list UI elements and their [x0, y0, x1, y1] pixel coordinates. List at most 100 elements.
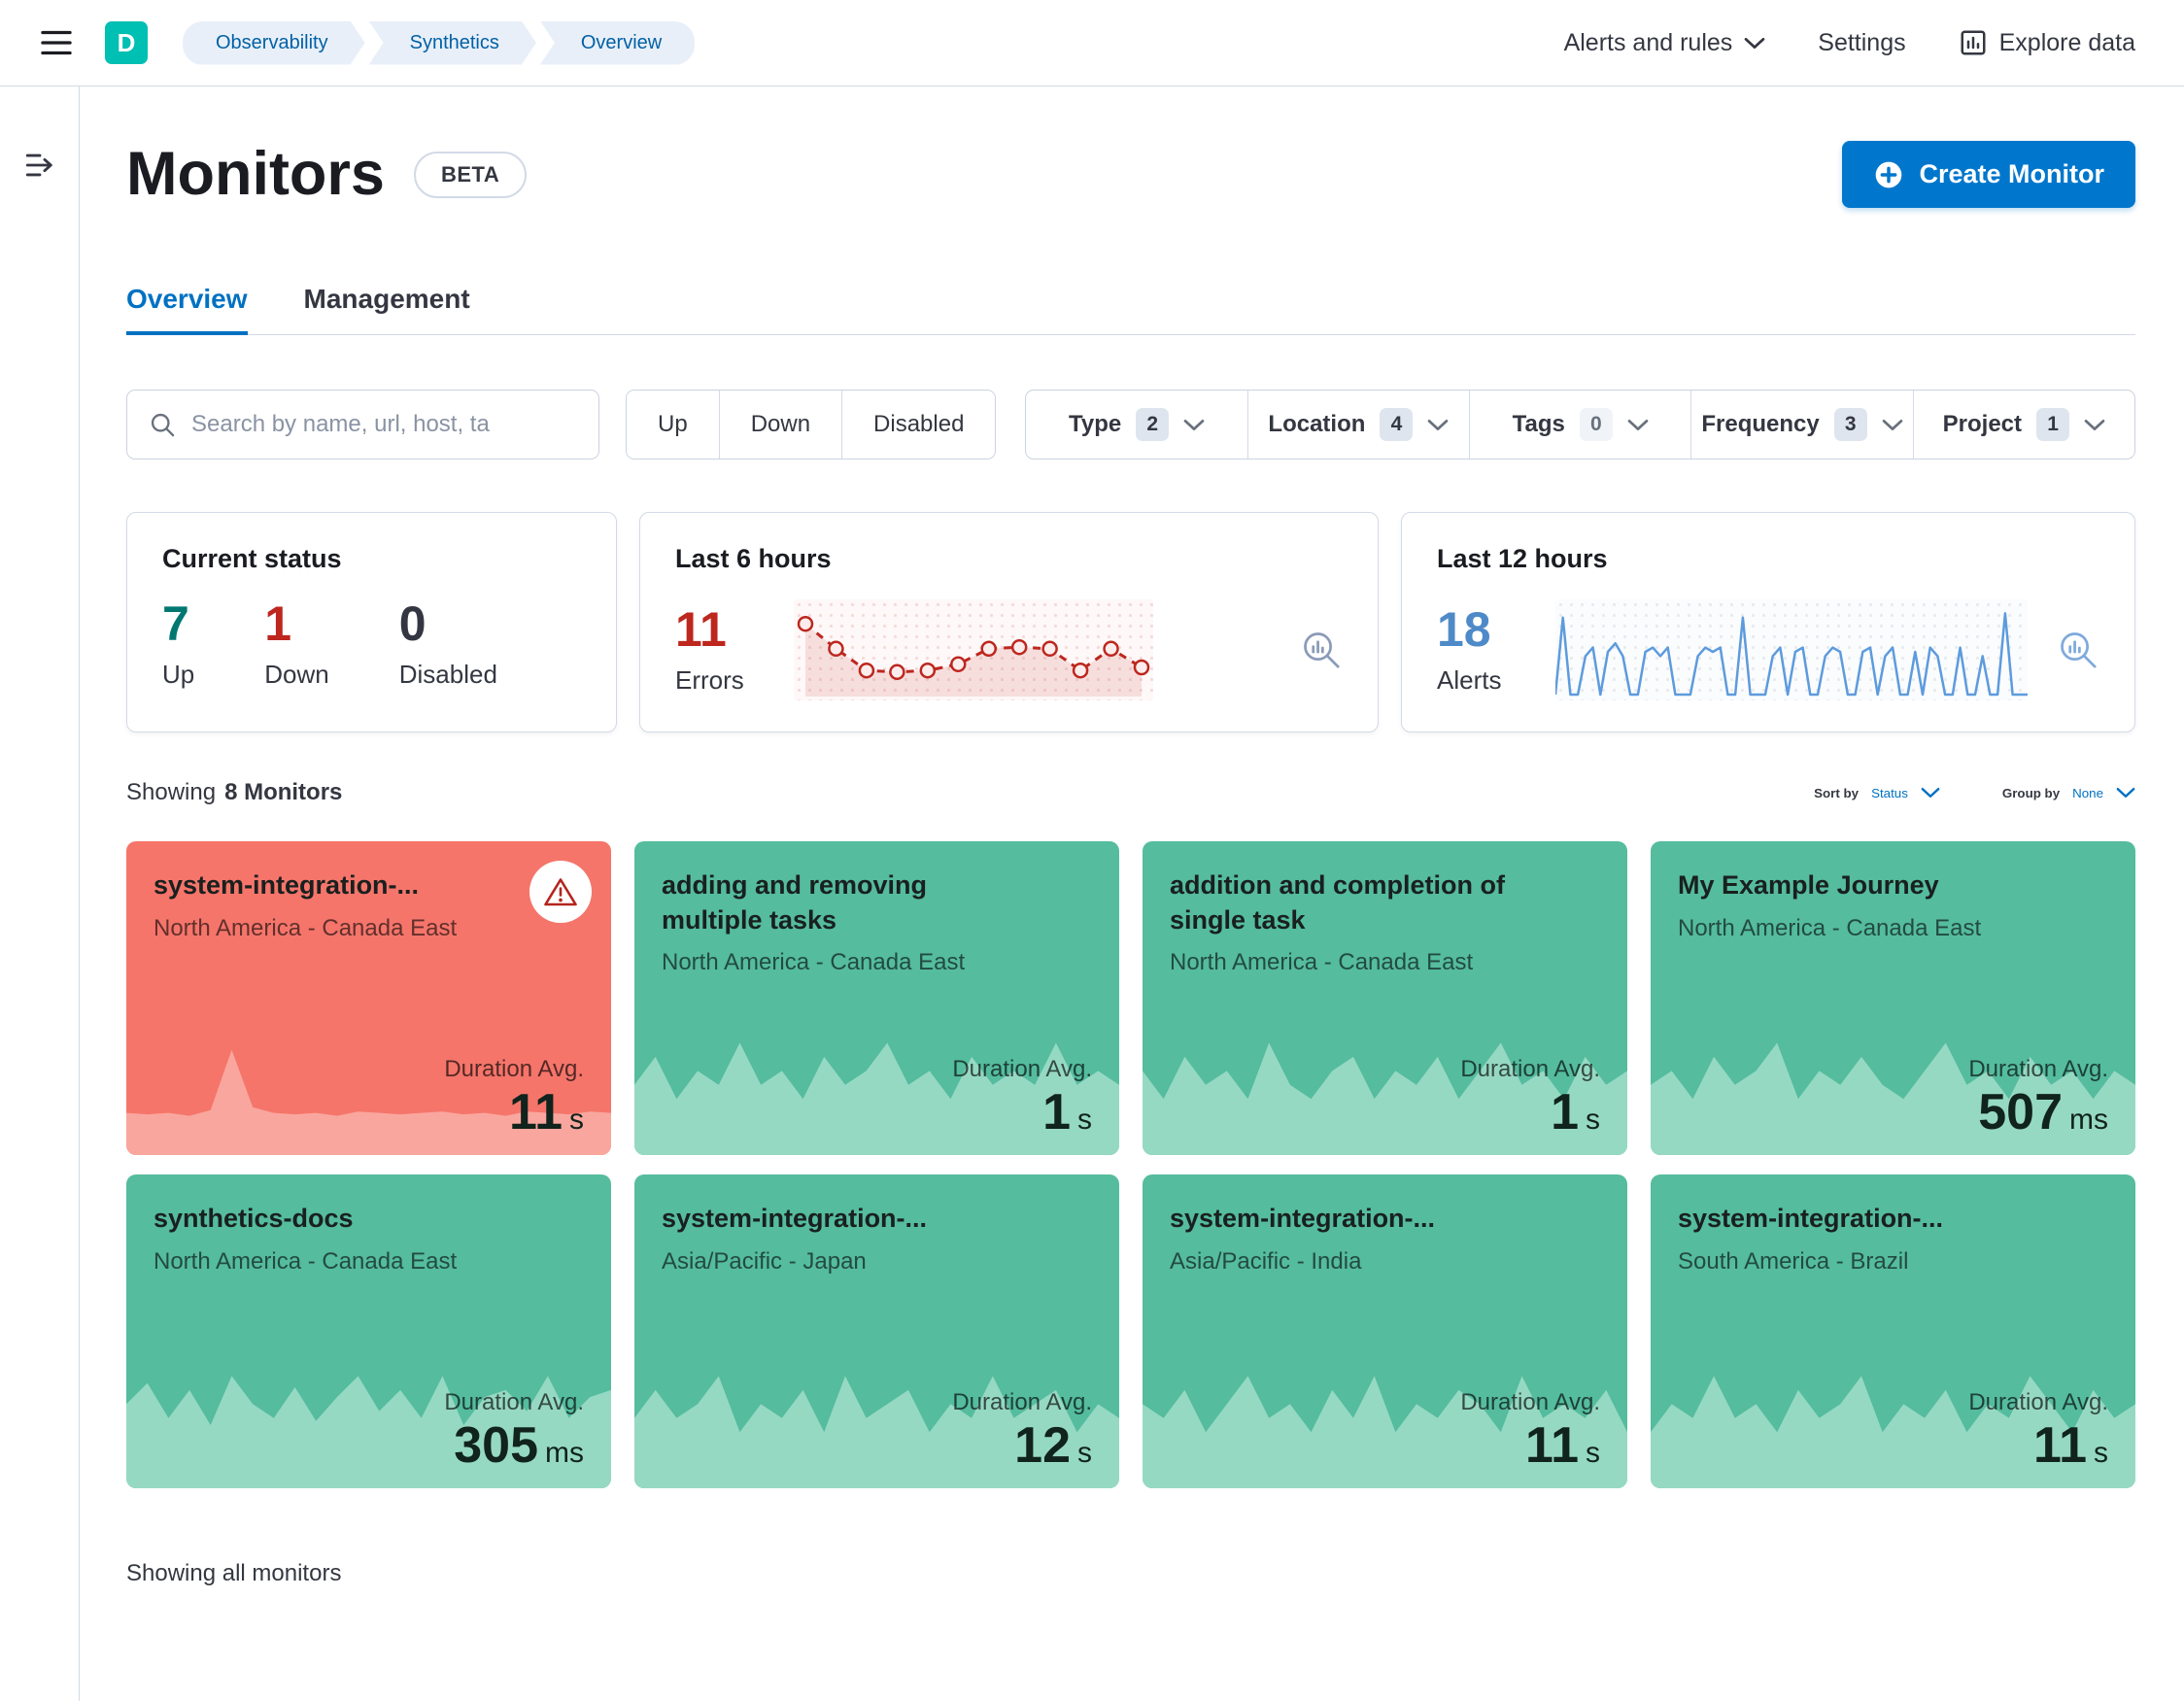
- breadcrumb: Observability Synthetics Overview: [183, 20, 696, 65]
- monitors-page: Monitors BETA Create Monitor Overview Ma…: [80, 86, 2184, 1626]
- duration-value: 1: [1551, 1084, 1579, 1140]
- expand-menu-button[interactable]: [20, 149, 59, 187]
- errors-chart: [794, 599, 1153, 700]
- filter-down-button[interactable]: Down: [718, 391, 842, 459]
- duration-unit: ms: [545, 1437, 584, 1469]
- errors-panel: Last 6 hours 11 Errors: [639, 512, 1379, 732]
- monitor-card-header: system-integration-... Asia/Pacific - In…: [1143, 1174, 1627, 1277]
- space-avatar[interactable]: D: [105, 21, 148, 64]
- stats-row: Current status 7 Up 1 Down 0 Disabled La…: [126, 512, 2135, 732]
- down-count: 1: [264, 596, 292, 651]
- filter-disabled-button[interactable]: Disabled: [841, 391, 996, 459]
- monitor-name[interactable]: synthetics-docs: [154, 1202, 526, 1237]
- monitor-card[interactable]: addition and completion of single task N…: [1143, 841, 1627, 1155]
- duration-average: Duration Avg. 1s: [1460, 1056, 1600, 1138]
- duration-average: Duration Avg. 507 ms: [1968, 1056, 2108, 1138]
- monitor-name[interactable]: system-integration-...: [1678, 1202, 2050, 1237]
- duration-value-row: 12 s: [952, 1420, 1092, 1471]
- monitor-card[interactable]: My Example Journey North America - Canad…: [1651, 841, 2135, 1155]
- current-status-title: Current status: [162, 544, 342, 573]
- duration-value-row: 507 ms: [1968, 1087, 2108, 1138]
- chevron-down-icon: [1882, 419, 1903, 430]
- filter-location-label: Location: [1268, 411, 1366, 437]
- tab-overview[interactable]: Overview: [126, 284, 248, 335]
- duration-value-row: 11 s: [1460, 1420, 1600, 1471]
- duration-label: Duration Avg.: [1968, 1056, 2108, 1082]
- magnifier-chart-icon: [2061, 632, 2097, 668]
- inspect-alerts-button[interactable]: [2057, 629, 2099, 671]
- breadcrumb-synthetics[interactable]: Synthetics: [369, 21, 536, 65]
- filter-project-dropdown[interactable]: Project 1: [1912, 391, 2134, 459]
- breadcrumb-observability[interactable]: Observability: [183, 21, 365, 65]
- monitor-card[interactable]: system-integration-... Asia/Pacific - In…: [1143, 1174, 1627, 1488]
- duration-unit: s: [1077, 1437, 1092, 1469]
- duration-label: Duration Avg.: [952, 1389, 1092, 1415]
- duration-unit: s: [1077, 1104, 1092, 1136]
- monitor-card[interactable]: system-integration-... North America - C…: [126, 841, 611, 1155]
- duration-value: 1: [1042, 1084, 1071, 1140]
- beta-badge: BETA: [413, 151, 528, 198]
- breadcrumb-overview[interactable]: Overview: [539, 20, 696, 65]
- monitor-card[interactable]: system-integration-... South America - B…: [1651, 1174, 2135, 1488]
- alerts-panel-title: Last 12 hours: [1437, 544, 1608, 573]
- monitor-card-header: My Example Journey North America - Canad…: [1651, 841, 2135, 944]
- monitor-count-text: Showing 8 Monitors: [126, 779, 342, 806]
- monitor-card-header: adding and removing multiple tasks North…: [634, 841, 1119, 979]
- duration-value-row: 1s: [1460, 1087, 1600, 1138]
- group-by-control[interactable]: Group by None: [2002, 786, 2135, 800]
- filter-tags-label: Tags: [1512, 411, 1565, 437]
- alerts-stat: 18 Alerts: [1437, 605, 1530, 696]
- settings-link[interactable]: Settings: [1818, 29, 1905, 57]
- filter-tags-dropdown[interactable]: Tags 0: [1469, 391, 1690, 459]
- menu-hamburger-button[interactable]: [35, 21, 78, 64]
- warning-badge: [529, 861, 592, 923]
- inspect-errors-button[interactable]: [1300, 629, 1343, 671]
- monitor-card[interactable]: adding and removing multiple tasks North…: [634, 841, 1119, 1155]
- filter-type-dropdown[interactable]: Type 2: [1026, 391, 1246, 459]
- alerts-and-rules-menu[interactable]: Alerts and rules: [1564, 29, 1766, 57]
- sort-by-label: Sort by: [1814, 785, 1860, 800]
- monitor-name[interactable]: system-integration-...: [154, 868, 526, 903]
- duration-average: Duration Avg. 11 s: [1460, 1389, 1600, 1471]
- settings-label: Settings: [1818, 28, 1906, 56]
- duration-average: Duration Avg. 1s: [952, 1056, 1092, 1138]
- filter-project-label: Project: [1942, 411, 2023, 437]
- explore-data-link[interactable]: Explore data: [1959, 28, 2135, 57]
- filter-frequency-dropdown[interactable]: Frequency 3: [1690, 391, 1912, 459]
- magnifier-chart-icon: [1304, 632, 1340, 668]
- list-header: Showing 8 Monitors Sort by Status Group …: [126, 779, 2135, 806]
- create-monitor-button[interactable]: Create Monitor: [1842, 141, 2135, 208]
- duration-value-row: 11 s: [444, 1087, 584, 1138]
- disabled-stat: 0 Disabled: [399, 599, 497, 690]
- monitor-card[interactable]: synthetics-docs North America - Canada E…: [126, 1174, 611, 1488]
- duration-label: Duration Avg.: [952, 1056, 1092, 1082]
- sort-by-control[interactable]: Sort by Status: [1814, 786, 1940, 800]
- sort-by-value: Status: [1871, 785, 1908, 800]
- chevron-down-icon: [2084, 419, 2105, 430]
- monitor-card-header: system-integration-... South America - B…: [1651, 1174, 2135, 1277]
- expand-menu-icon: [25, 153, 52, 177]
- errors-count: 11: [675, 601, 727, 657]
- filter-dropdown-group: Type 2 Location 4 Tags 0 Frequency 3 Pro…: [1025, 390, 2135, 459]
- down-stat: 1 Down: [264, 599, 328, 690]
- monitor-card[interactable]: system-integration-... Asia/Pacific - Ja…: [634, 1174, 1119, 1488]
- search-input[interactable]: [176, 411, 598, 438]
- monitor-name[interactable]: adding and removing multiple tasks: [662, 868, 1034, 937]
- alerts-count: 18: [1437, 601, 1491, 657]
- collapsed-side-nav: [0, 86, 80, 1701]
- filter-location-dropdown[interactable]: Location 4: [1246, 391, 1469, 459]
- filter-up-button[interactable]: Up: [627, 391, 719, 459]
- search-icon: [151, 413, 175, 437]
- duration-average: Duration Avg. 11 s: [1968, 1389, 2108, 1471]
- hamburger-icon: [41, 30, 72, 55]
- monitor-name[interactable]: addition and completion of single task: [1170, 868, 1542, 937]
- duration-value-row: 305 ms: [444, 1420, 584, 1471]
- status-filter-group: Up Down Disabled: [626, 390, 997, 459]
- tab-management[interactable]: Management: [304, 284, 470, 334]
- monitor-name[interactable]: My Example Journey: [1678, 868, 2050, 903]
- monitor-name[interactable]: system-integration-...: [1170, 1202, 1542, 1237]
- duration-value-row: 1s: [952, 1087, 1092, 1138]
- monitor-location: Asia/Pacific - India: [1170, 1247, 1362, 1275]
- alerts-chart: [1555, 599, 2028, 700]
- monitor-name[interactable]: system-integration-...: [662, 1202, 1034, 1237]
